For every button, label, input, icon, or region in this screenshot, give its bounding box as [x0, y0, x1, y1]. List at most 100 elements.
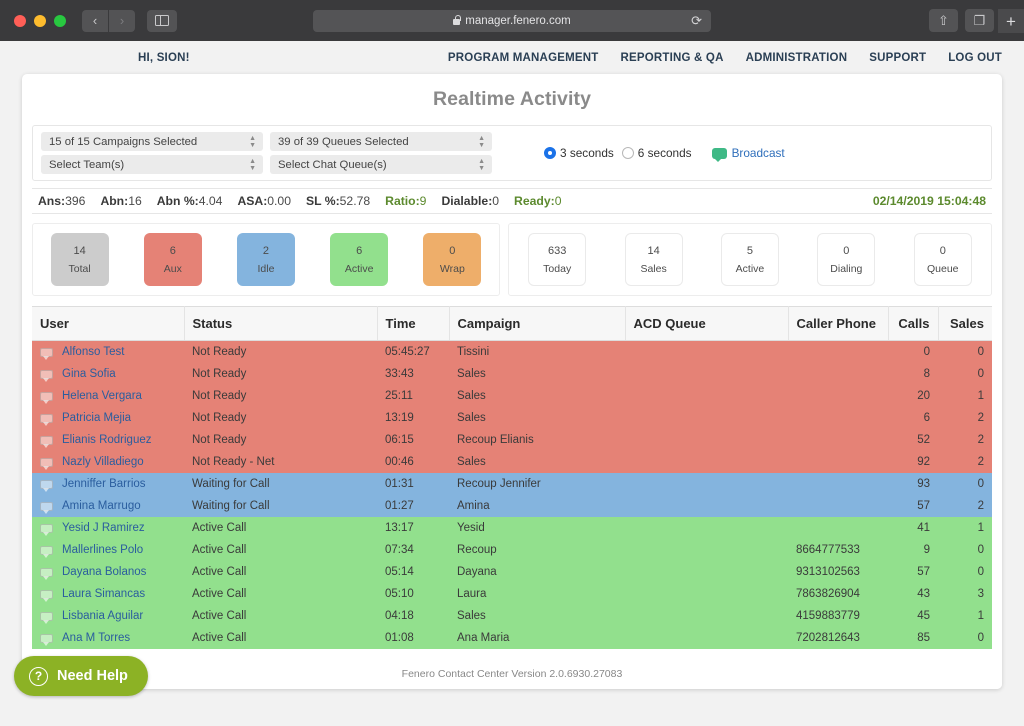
- tile-sales[interactable]: 14 Sales: [624, 233, 683, 286]
- show-tabs-button[interactable]: ❐: [965, 9, 994, 32]
- tile-queue[interactable]: 0 Queue: [913, 233, 972, 286]
- call-metric-tiles: 633 Today 14 Sales 5 Active 0 Dialing 0 …: [508, 223, 992, 296]
- tile-queue-value: 0: [939, 244, 946, 257]
- column-sales[interactable]: Sales: [938, 306, 992, 341]
- refresh-6-seconds-option[interactable]: 6 seconds: [621, 146, 692, 160]
- cell-campaign: Sales: [449, 363, 625, 385]
- user-name-link[interactable]: Yesid J Ramirez: [62, 522, 145, 534]
- user-name-link[interactable]: Alfonso Test: [62, 346, 124, 358]
- nav-administration[interactable]: ADMINISTRATION: [746, 52, 848, 64]
- chat-queues-select[interactable]: Select Chat Queue(s) ▲ ▼: [270, 155, 492, 174]
- address-bar[interactable]: manager.fenero.com ⟳: [313, 10, 711, 32]
- column-acd-queue[interactable]: ACD Queue: [625, 306, 789, 341]
- chat-bubble-icon[interactable]: [40, 523, 53, 536]
- user-name-link[interactable]: Jenniffer Barrios: [62, 478, 146, 490]
- table-row[interactable]: Patricia Mejia Not Ready 13:19 Sales 6 2: [32, 407, 992, 429]
- cell-calls: 57: [888, 495, 938, 517]
- user-name-link[interactable]: Mallerlines Polo: [62, 544, 143, 556]
- user-cell: Dayana Bolanos: [40, 566, 176, 580]
- sidebar-toggle-button[interactable]: [147, 9, 177, 32]
- tile-active-calls[interactable]: 5 Active: [720, 233, 779, 286]
- campaigns-select[interactable]: 15 of 15 Campaigns Selected ▲ ▼: [41, 132, 263, 151]
- user-name-link[interactable]: Elianis Rodriguez: [62, 434, 152, 446]
- reload-icon[interactable]: ⟳: [691, 14, 702, 28]
- table-row[interactable]: Helena Vergara Not Ready 25:11 Sales 20 1: [32, 385, 992, 407]
- column-status[interactable]: Status: [184, 306, 378, 341]
- share-button[interactable]: ⇧: [929, 9, 958, 32]
- broadcast-button[interactable]: Broadcast: [711, 146, 785, 162]
- cell-calls: 8: [888, 363, 938, 385]
- chat-bubble-icon[interactable]: [40, 413, 53, 426]
- nav-reporting-qa[interactable]: REPORTING & QA: [620, 52, 723, 64]
- chat-bubble-icon[interactable]: [40, 589, 53, 602]
- chat-bubble-icon[interactable]: [40, 347, 53, 360]
- table-row[interactable]: Gina Sofia Not Ready 33:43 Sales 8 0: [32, 363, 992, 385]
- nav-log-out[interactable]: LOG OUT: [948, 52, 1002, 64]
- maximize-window-button[interactable]: [54, 14, 66, 27]
- new-tab-button[interactable]: +: [998, 9, 1024, 33]
- chat-bubble-icon[interactable]: [40, 545, 53, 558]
- table-row[interactable]: Ana M Torres Active Call 01:08 Ana Maria 720…: [32, 627, 992, 649]
- column-caller-phone[interactable]: Caller Phone: [788, 306, 889, 341]
- cell-acd-queue: [625, 605, 788, 627]
- cell-status: Active Call: [184, 583, 377, 605]
- nav-support[interactable]: SUPPORT: [869, 52, 926, 64]
- table-row[interactable]: Laura Simancas Active Call 05:10 Laura 78638…: [32, 583, 992, 605]
- lock-icon: [453, 15, 461, 25]
- user-name-link[interactable]: Dayana Bolanos: [62, 566, 146, 578]
- need-help-button[interactable]: ? Need Help: [14, 656, 148, 696]
- table-row[interactable]: Jenniffer Barrios Waiting for Call 01:31 Re…: [32, 473, 992, 495]
- minimize-window-button[interactable]: [34, 14, 46, 27]
- chat-bubble-icon[interactable]: [40, 567, 53, 580]
- user-name-link[interactable]: Gina Sofia: [62, 368, 116, 380]
- column-user[interactable]: User: [32, 306, 185, 341]
- tile-today[interactable]: 633 Today: [528, 233, 587, 286]
- column-campaign[interactable]: Campaign: [449, 306, 626, 341]
- tile-idle[interactable]: 2 Idle: [236, 233, 295, 286]
- cell-time: 13:17: [377, 517, 449, 539]
- cell-sales: 0: [938, 473, 992, 495]
- cell-acd-queue: [625, 539, 788, 561]
- teams-select[interactable]: Select Team(s) ▲ ▼: [41, 155, 263, 174]
- column-calls[interactable]: Calls: [888, 306, 939, 341]
- tile-dialing[interactable]: 0 Dialing: [817, 233, 876, 286]
- chat-bubble-icon[interactable]: [40, 611, 53, 624]
- table-row[interactable]: Amina Marrugo Waiting for Call 01:27 Amina 5…: [32, 495, 992, 517]
- queues-select[interactable]: 39 of 39 Queues Selected ▲ ▼: [270, 132, 492, 151]
- user-name-link[interactable]: Helena Vergara: [62, 390, 142, 402]
- table-row[interactable]: Yesid J Ramirez Active Call 13:17 Yesid 41 1: [32, 517, 992, 539]
- user-name-link[interactable]: Nazly Villadiego: [62, 456, 144, 468]
- cell-sales: 2: [938, 451, 992, 473]
- user-name-link[interactable]: Laura Simancas: [62, 588, 145, 600]
- tile-total[interactable]: 14 Total: [50, 233, 109, 286]
- user-name-link[interactable]: Ana M Torres: [62, 632, 130, 644]
- chat-bubble-icon[interactable]: [40, 369, 53, 382]
- table-row[interactable]: Alfonso Test Not Ready 05:45:27 Tissini 0 0: [32, 340, 992, 363]
- table-row[interactable]: Dayana Bolanos Active Call 05:14 Dayana 9313…: [32, 561, 992, 583]
- agent-activity-table: User Status Time Campaign ACD Queue Call…: [32, 306, 992, 649]
- chat-bubble-icon[interactable]: [40, 391, 53, 404]
- chat-bubble-icon[interactable]: [40, 457, 53, 470]
- column-time[interactable]: Time: [377, 306, 450, 341]
- chat-bubble-icon[interactable]: [40, 479, 53, 492]
- user-name-link[interactable]: Patricia Mejia: [62, 412, 131, 424]
- tile-aux[interactable]: 6 Aux: [143, 233, 202, 286]
- forward-button[interactable]: ›: [109, 9, 135, 32]
- chat-bubble-icon[interactable]: [40, 435, 53, 448]
- table-row[interactable]: Elianis Rodriguez Not Ready 06:15 Recoup El…: [32, 429, 992, 451]
- user-name-link[interactable]: Amina Marrugo: [62, 500, 141, 512]
- table-row[interactable]: Mallerlines Polo Active Call 07:34 Recoup 86…: [32, 539, 992, 561]
- stat-ratio: Ratio:9: [385, 194, 426, 208]
- back-button[interactable]: ‹: [82, 9, 108, 32]
- nav-program-management[interactable]: PROGRAM MANAGEMENT: [448, 52, 599, 64]
- table-row[interactable]: Lisbania Aguilar Active Call 04:18 Sales 415…: [32, 605, 992, 627]
- tile-active-agents[interactable]: 6 Active: [330, 233, 389, 286]
- browser-nav-group: ‹ ›: [82, 9, 135, 32]
- tile-wrap[interactable]: 0 Wrap: [423, 233, 482, 286]
- close-window-button[interactable]: [14, 14, 26, 27]
- chat-bubble-icon[interactable]: [40, 501, 53, 514]
- chat-bubble-icon[interactable]: [40, 633, 53, 646]
- refresh-3-seconds-option[interactable]: 3 seconds: [544, 146, 614, 160]
- table-row[interactable]: Nazly Villadiego Not Ready - Net 00:46 Sale…: [32, 451, 992, 473]
- user-name-link[interactable]: Lisbania Aguilar: [62, 610, 143, 622]
